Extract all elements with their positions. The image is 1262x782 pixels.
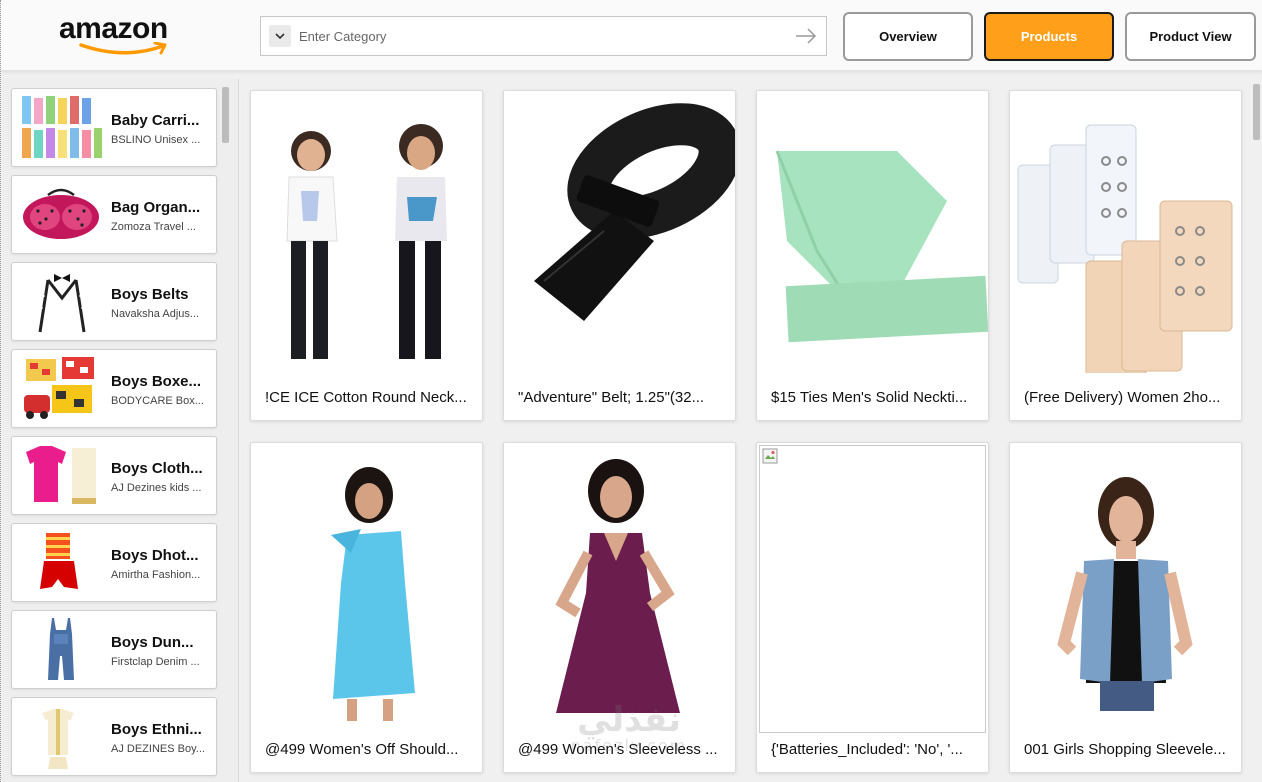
suspenders-image — [38, 274, 86, 333]
product-card[interactable]: $15 Ties Men's Solid Neckti... — [756, 90, 989, 421]
arrow-right-icon — [796, 28, 817, 44]
category-sidebar: Baby Carri... BSLINO Unisex ... Bag Orga… — [1, 79, 239, 782]
sidebar-item-boys-belts[interactable]: Boys Belts Navaksha Adjus... — [11, 262, 217, 341]
sidebar-item-title: Bag Organ... — [111, 199, 201, 216]
sidebar-item-title: Boys Boxe... — [111, 373, 202, 390]
product-title: $15 Ties Men's Solid Neckti... — [771, 389, 968, 406]
sidebar-item-boys-clothing[interactable]: Boys Cloth... AJ Dezines kids ... — [11, 436, 217, 515]
sidebar-item-subtitle: AJ DEZINES Boy... — [111, 743, 205, 755]
sidebar-item-subtitle: Navaksha Adjus... — [111, 308, 200, 320]
sidebar-item-title: Boys Dhot... — [111, 547, 199, 564]
product-title: (Free Delivery) Women 2ho... — [1024, 389, 1221, 406]
amazon-logo[interactable]: amazon — [59, 12, 189, 62]
chevron-down-icon — [275, 33, 285, 40]
black-belt-image — [534, 103, 735, 321]
product-card[interactable]: @499 Women's Sleeveless ... — [503, 442, 736, 773]
sidebar-item-title: Boys Belts — [111, 286, 189, 303]
product-title: 001 Girls Shopping Sleevele... — [1024, 741, 1226, 758]
blue-dress-image — [331, 467, 415, 721]
sidebar-item-title: Boys Dun... — [111, 634, 194, 651]
main-scrollbar[interactable] — [1253, 84, 1260, 140]
socks-image — [22, 96, 102, 158]
category-search-input[interactable] — [299, 23, 779, 49]
product-grid: !CE ICE Cotton Round Neck... "Adventure"… — [239, 70, 1262, 782]
sidebar-item-subtitle: BSLINO Unisex ... — [111, 134, 201, 146]
product-title: "Adventure" Belt; 1.25"(32... — [518, 389, 705, 406]
sidebar-item-boys-dhoti[interactable]: Boys Dhot... Amirtha Fashion... — [11, 523, 217, 602]
products-button[interactable]: Products — [984, 12, 1114, 61]
product-title: @499 Women's Off Should... — [265, 741, 459, 758]
logo-wordmark: amazon — [59, 12, 168, 45]
product-title: {'Batteries_Included': 'No', '... — [771, 741, 963, 758]
sidebar-item-title: Boys Ethni... — [111, 721, 202, 738]
sidebar-item-subtitle: Zomoza Travel ... — [111, 221, 196, 233]
product-card[interactable]: {'Batteries_Included': 'No', '... — [756, 442, 989, 773]
broken-image-icon — [762, 448, 778, 464]
boxer-shorts-image — [24, 357, 94, 419]
product-card[interactable]: 001 Girls Shopping Sleevele... — [1009, 442, 1242, 773]
mint-green-tie-image — [775, 150, 988, 343]
sidebar-item-subtitle: AJ Dezines kids ... — [111, 482, 202, 494]
category-search — [260, 16, 827, 56]
dhoti-set-image — [40, 533, 78, 589]
overview-button[interactable]: Overview — [843, 12, 973, 61]
kids-shirt-image — [26, 446, 96, 504]
pink-dotted-case-image — [23, 188, 99, 239]
sidebar-item-subtitle: BODYCARE Box... — [111, 395, 204, 407]
broken-image-placeholder — [759, 445, 986, 733]
sidebar-item-title: Baby Carri... — [111, 112, 200, 129]
purple-dress-image — [555, 459, 680, 713]
sidebar-item-title: Boys Cloth... — [111, 460, 203, 477]
app-window: amazon Overview Products Product View — [0, 0, 1262, 782]
top-bar: amazon Overview Products Product View — [1, 0, 1262, 70]
search-submit-button[interactable] — [794, 24, 818, 48]
product-card[interactable]: "Adventure" Belt; 1.25"(32... — [503, 90, 736, 421]
product-view-button[interactable]: Product View — [1125, 12, 1256, 61]
sidebar-item-boys-boxers[interactable]: Boys Boxe... BODYCARE Box... — [11, 349, 217, 428]
logo-smile-icon — [79, 42, 167, 55]
sidebar-item-subtitle: Firstclap Denim ... — [111, 656, 200, 668]
sidebar-item-subtitle: Amirtha Fashion... — [111, 569, 201, 581]
category-dropdown[interactable] — [269, 25, 291, 47]
sidebar-item-bag-organizers[interactable]: Bag Organ... Zomoza Travel ... — [11, 175, 217, 254]
product-card[interactable]: !CE ICE Cotton Round Neck... — [250, 90, 483, 421]
sidebar-item-baby-carriers[interactable]: Baby Carri... BSLINO Unisex ... — [11, 88, 217, 167]
denim-dungaree-image — [48, 618, 74, 680]
sidebar-item-boys-dungarees[interactable]: Boys Dun... Firstclap Denim ... — [11, 610, 217, 689]
sidebar-item-boys-ethnic[interactable]: Boys Ethni... AJ DEZINES Boy... — [11, 697, 217, 776]
product-card[interactable]: (Free Delivery) Women 2ho... — [1009, 90, 1242, 421]
sidebar-scrollbar[interactable] — [222, 87, 229, 143]
product-title: @499 Women's Sleeveless ... — [518, 741, 718, 758]
product-title: !CE ICE Cotton Round Neck... — [265, 389, 467, 406]
ethnic-wear-image — [42, 709, 74, 769]
denim-vest-image — [1057, 477, 1193, 711]
bra-extenders-image — [1017, 124, 1233, 373]
product-card[interactable]: @499 Women's Off Should... — [250, 442, 483, 773]
kids-tshirts-image — [286, 124, 447, 359]
